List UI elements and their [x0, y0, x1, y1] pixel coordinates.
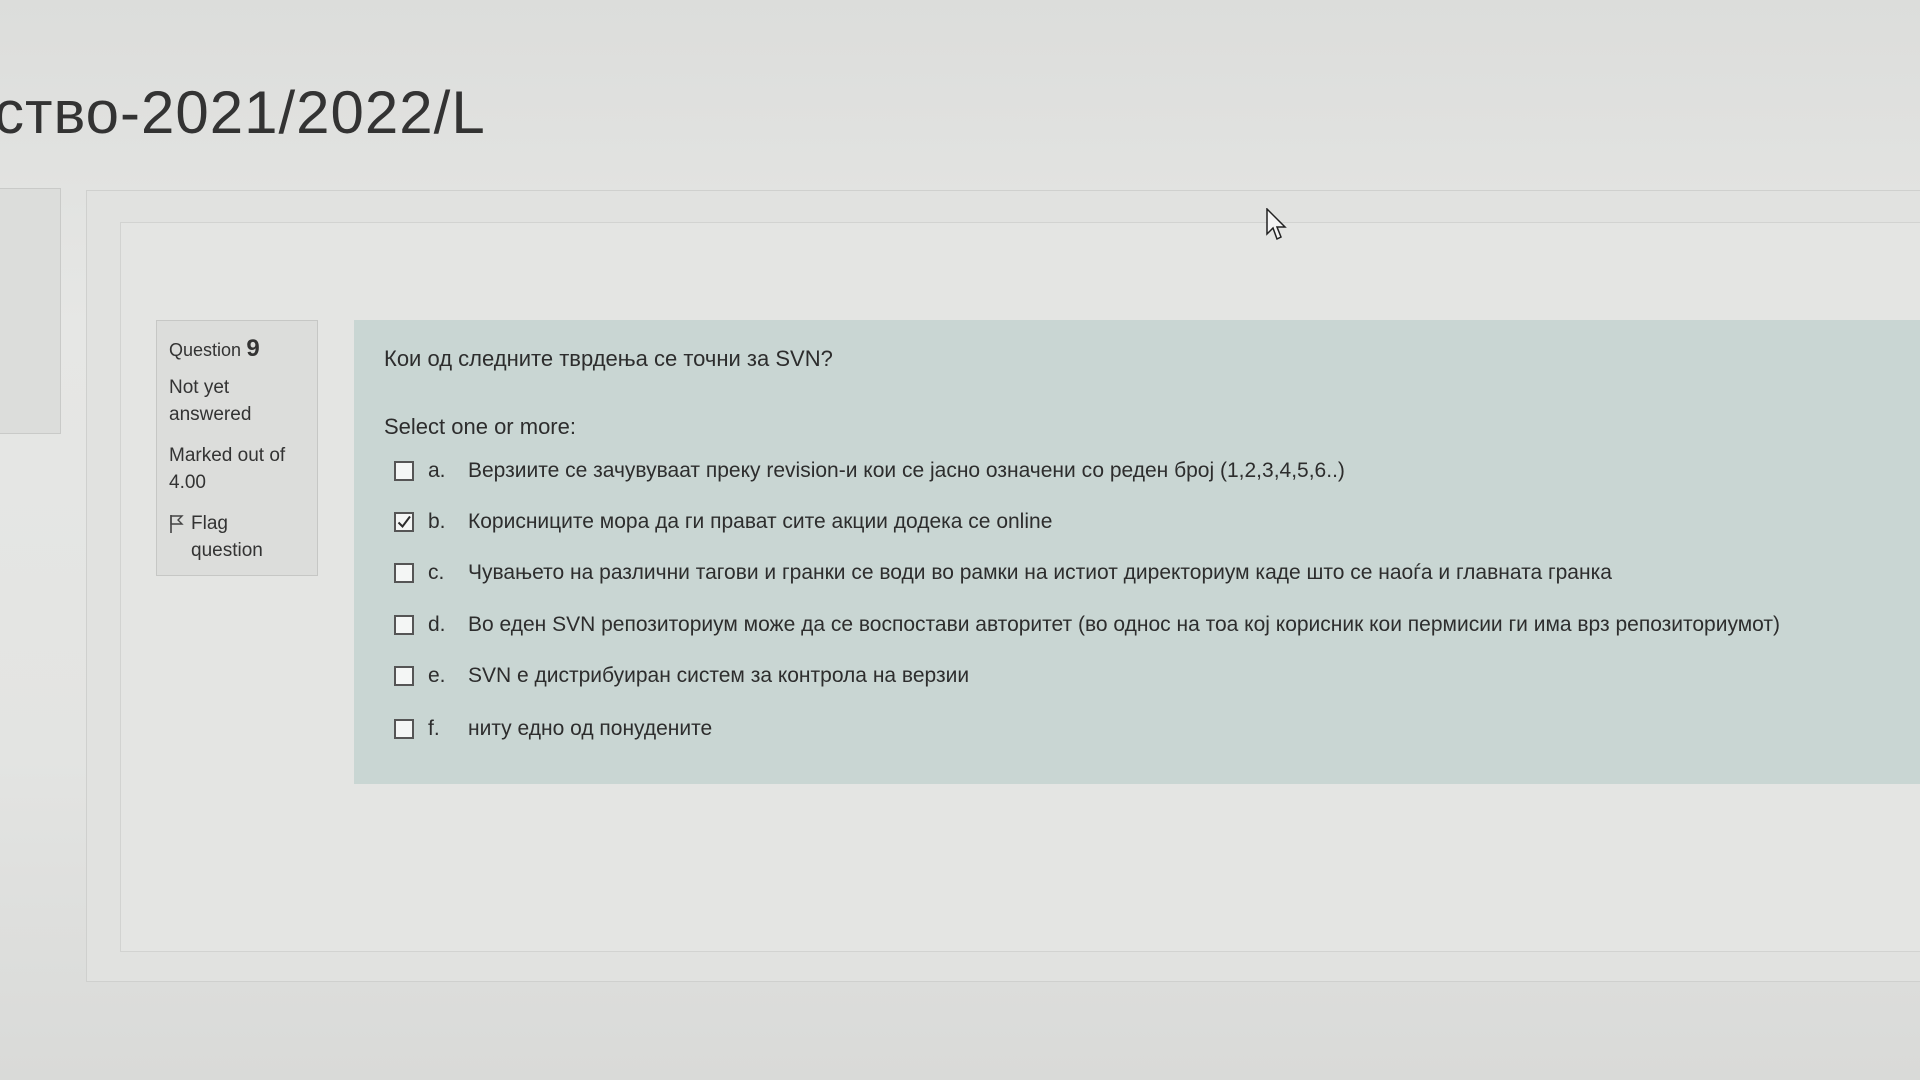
question-text: Кои од следните тврдења се точни за SVN? [384, 346, 833, 371]
answer-option-d[interactable]: d. Во еден SVN репозиториум може да се в… [394, 610, 1914, 640]
answer-text: Чувањето на различни тагови и гранки се … [468, 561, 1612, 584]
left-side-block [0, 188, 61, 434]
checkbox-e[interactable] [394, 666, 414, 686]
answer-letter: f. [428, 717, 440, 740]
answer-letter: c. [428, 561, 445, 584]
checkbox-a[interactable] [394, 461, 414, 481]
screen: ство-2021/2022/L Question 9 Not yet answ… [0, 0, 1920, 1080]
answer-option-f[interactable]: f. ниту едно од понудените [394, 714, 1914, 744]
question-content: Кои од следните тврдења се точни за SVN?… [354, 320, 1920, 784]
answer-option-c[interactable]: c. Чувањето на различни тагови и гранки … [394, 558, 1914, 588]
flag-question-label: Flag question [191, 513, 263, 561]
question-state: Not yet answered [169, 377, 252, 425]
answer-option-b[interactable]: b. Корисниците мора да ги прават сите ак… [394, 507, 1914, 537]
answer-letter: a. [428, 459, 446, 482]
answer-prompt: Select one or more: [384, 414, 576, 439]
checkbox-f[interactable] [394, 719, 414, 739]
flag-question-toggle[interactable]: Flag question [169, 510, 305, 564]
checkbox-c[interactable] [394, 563, 414, 583]
question-grade: Marked out of 4.00 [169, 445, 286, 493]
checkmark-icon [397, 515, 411, 529]
answer-text: SVN е дистрибуиран систем за контрола на… [468, 664, 970, 687]
question-number-row: Question 9 [169, 335, 305, 364]
answer-text: Во еден SVN репозиториум може да се восп… [468, 613, 1780, 636]
question-info-box: Question 9 Not yet answered Marked out o… [156, 320, 318, 576]
flag-icon [169, 514, 185, 534]
question-number: 9 [246, 335, 260, 362]
answer-option-a[interactable]: a. Верзиите се зачувуваат преку revision… [394, 456, 1914, 486]
answer-text: Верзиите се зачувуваат преку revision-и … [468, 459, 1345, 482]
answer-letter: e. [428, 664, 446, 687]
answer-text: Корисниците мора да ги прават сите акции… [468, 510, 1053, 533]
checkbox-d[interactable] [394, 615, 414, 635]
answer-letter: d. [428, 613, 446, 636]
mouse-pointer-icon [1266, 207, 1288, 247]
checkbox-b[interactable] [394, 512, 414, 532]
question-label: Question [169, 340, 242, 360]
answer-letter: b. [428, 510, 446, 533]
answer-text: ниту едно од понудените [468, 717, 713, 740]
answer-option-e[interactable]: e. SVN е дистрибуиран систем за контрола… [394, 661, 1914, 691]
page-title: ство-2021/2022/L [0, 79, 486, 146]
